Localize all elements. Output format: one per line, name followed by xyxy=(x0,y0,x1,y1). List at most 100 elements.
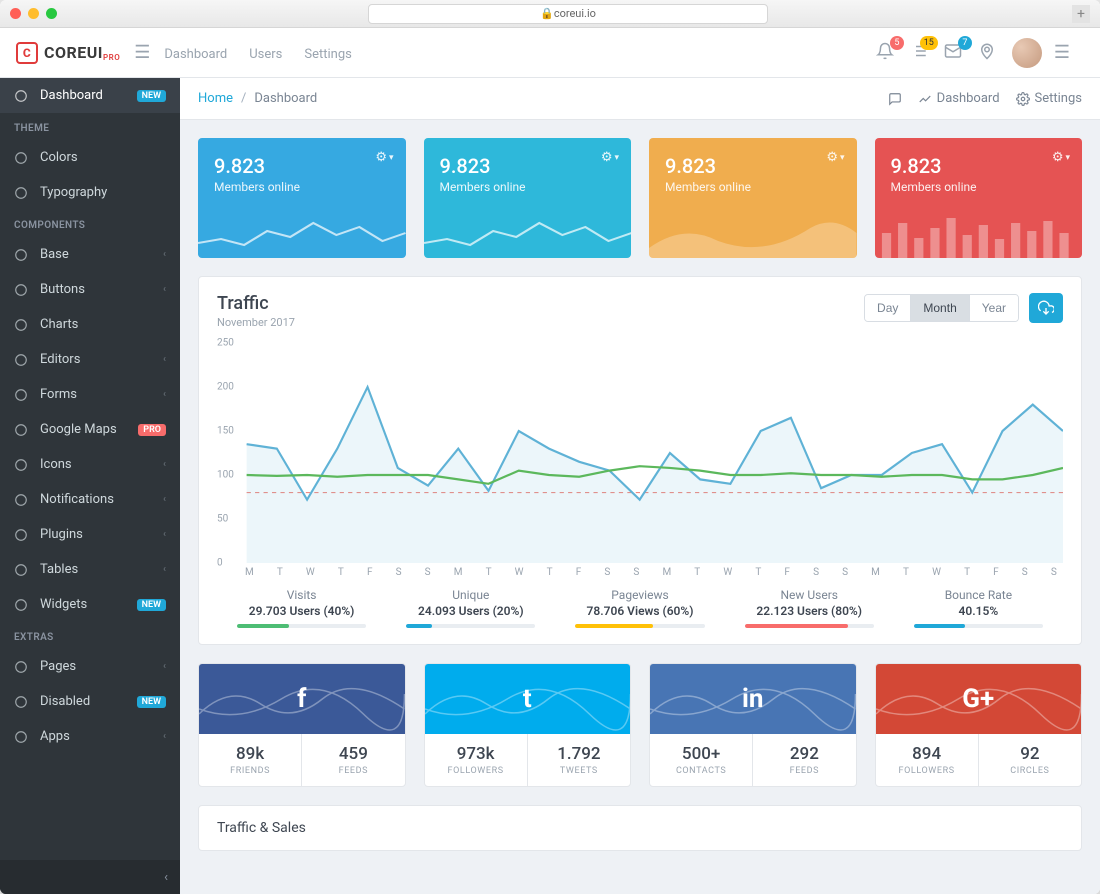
chevron-left-icon: ‹ xyxy=(163,494,166,505)
logo[interactable]: C COREUI PRO xyxy=(16,42,120,64)
sidebar-collapse-button[interactable]: ‹ xyxy=(0,860,180,894)
breadcrumb-home[interactable]: Home xyxy=(198,91,233,106)
sidebar-item-dashboard[interactable]: DashboardNEW xyxy=(0,78,180,113)
sidebar-item-label: Forms xyxy=(40,387,77,402)
topbar: C COREUI PRO ☰ DashboardUsersSettings 5 … xyxy=(0,28,1100,78)
chevron-left-icon: ‹ xyxy=(163,564,166,575)
topnav-settings[interactable]: Settings xyxy=(304,47,351,62)
sidebar-item-label: Dashboard xyxy=(40,88,103,103)
sidebar-item-label: Colors xyxy=(40,150,78,165)
period-year[interactable]: Year xyxy=(970,295,1018,321)
topnav-dashboard[interactable]: Dashboard xyxy=(164,47,227,62)
sidebar-item-base[interactable]: Base‹ xyxy=(0,237,180,272)
sidebar-item-label: Google Maps xyxy=(40,422,117,437)
traffic-title: Traffic xyxy=(217,293,295,314)
location-button[interactable] xyxy=(978,42,996,64)
sidebar-item-icons[interactable]: Icons‹ xyxy=(0,447,180,482)
minimize-window-button[interactable] xyxy=(28,8,39,19)
social-card-gp: G+894FOLLOWERS92CIRCLES xyxy=(875,663,1083,787)
mini-chart xyxy=(424,203,632,258)
brand-icon: t xyxy=(523,684,532,714)
stat-label: Members online xyxy=(214,180,390,194)
sidebar-heading: EXTRAS xyxy=(0,622,180,649)
social-card-header[interactable]: t xyxy=(425,664,631,734)
traffic-sales-title: Traffic & Sales xyxy=(199,806,1081,850)
breadcrumb-bar: Home / Dashboard Dashboard Settings xyxy=(180,78,1100,120)
social-card-header[interactable]: in xyxy=(650,664,856,734)
traffic-sales-panel: Traffic & Sales xyxy=(198,805,1082,851)
download-button[interactable] xyxy=(1029,293,1063,323)
chart-icon xyxy=(918,92,932,106)
social-card-li: in500+CONTACTS292FEEDS xyxy=(649,663,857,787)
speech-button[interactable] xyxy=(888,92,902,106)
main-area: Home / Dashboard Dashboard Settings 9.82… xyxy=(180,78,1100,894)
menu-icon xyxy=(14,730,30,744)
card-options-button[interactable]: ⚙ ▾ xyxy=(375,150,393,165)
gear-icon xyxy=(1016,92,1030,106)
sidebar-tag: NEW xyxy=(137,696,166,708)
period-day[interactable]: Day xyxy=(865,295,911,321)
period-month[interactable]: Month xyxy=(911,295,969,321)
sidebar-item-widgets[interactable]: WidgetsNEW xyxy=(0,587,180,622)
card-options-button[interactable]: ⚙ ▾ xyxy=(1052,150,1070,165)
sidebar-item-apps[interactable]: Apps‹ xyxy=(0,719,180,754)
sidebar-item-charts[interactable]: Charts xyxy=(0,307,180,342)
metric-bounce-rate: Bounce Rate40.15% xyxy=(894,588,1063,628)
social-card-header[interactable]: f xyxy=(199,664,405,734)
card-options-button[interactable]: ⚙ ▾ xyxy=(826,150,844,165)
tasks-button[interactable]: 15 xyxy=(910,42,928,64)
menu-icon xyxy=(14,528,30,542)
new-tab-button[interactable]: + xyxy=(1072,5,1090,23)
logo-sub: PRO xyxy=(103,53,120,62)
sidebar-item-plugins[interactable]: Plugins‹ xyxy=(0,517,180,552)
menu-icon xyxy=(14,353,30,367)
sidebar-item-forms[interactable]: Forms‹ xyxy=(0,377,180,412)
notifications-button[interactable]: 5 xyxy=(876,42,894,64)
stat-card-3: 9.823Members online⚙ ▾ xyxy=(875,138,1083,258)
sidebar-item-label: Charts xyxy=(40,317,78,332)
sidebar-item-notifications[interactable]: Notifications ‹ xyxy=(0,482,180,517)
browser-titlebar: 🔒 coreui.io + xyxy=(0,0,1100,28)
close-window-button[interactable] xyxy=(10,8,21,19)
chevron-left-icon: ‹ xyxy=(163,529,166,540)
sidebar-item-colors[interactable]: Colors xyxy=(0,140,180,175)
settings-link[interactable]: Settings xyxy=(1016,91,1082,106)
sidebar-item-google-maps[interactable]: Google MapsPRO xyxy=(0,412,180,447)
menu-toggle-button[interactable]: ☰ xyxy=(134,42,150,63)
period-toggle: DayMonthYear xyxy=(864,294,1019,322)
stat-card-0: 9.823Members online⚙ ▾ xyxy=(198,138,406,258)
sidebar-item-disabled[interactable]: DisabledNEW xyxy=(0,684,180,719)
brand-icon: G+ xyxy=(962,684,994,714)
user-avatar[interactable] xyxy=(1012,38,1042,68)
stat-value: 9.823 xyxy=(891,154,1067,178)
social-card-header[interactable]: G+ xyxy=(876,664,1082,734)
social-card-fb: f89kFRIENDS459FEEDS xyxy=(198,663,406,787)
maximize-window-button[interactable] xyxy=(46,8,57,19)
bell-badge: 5 xyxy=(890,36,904,50)
menu-icon xyxy=(14,248,30,262)
topnav-users[interactable]: Users xyxy=(249,47,282,62)
sidebar-item-label: Notifications xyxy=(40,492,114,507)
messages-button[interactable]: 7 xyxy=(944,42,962,64)
cloud-download-icon xyxy=(1038,300,1054,316)
aside-toggle-button[interactable]: ☰ xyxy=(1054,42,1070,63)
sidebar-item-tables[interactable]: Tables‹ xyxy=(0,552,180,587)
sidebar-item-pages[interactable]: Pages‹ xyxy=(0,649,180,684)
menu-icon xyxy=(14,318,30,332)
logo-mark-icon: C xyxy=(16,42,38,64)
sidebar-item-buttons[interactable]: Buttons‹ xyxy=(0,272,180,307)
menu-icon xyxy=(14,660,30,674)
sidebar-item-typography[interactable]: Typography xyxy=(0,175,180,210)
sidebar-item-editors[interactable]: Editors‹ xyxy=(0,342,180,377)
stat-card-2: 9.823Members online⚙ ▾ xyxy=(649,138,857,258)
sidebar-item-label: Apps xyxy=(40,729,70,744)
metrics-row: Visits29.703 Users (40%)Unique24.093 Use… xyxy=(217,588,1063,628)
logo-text: COREUI xyxy=(44,43,103,62)
chevron-left-icon: ‹ xyxy=(163,249,166,260)
dashboard-link[interactable]: Dashboard xyxy=(918,91,1000,106)
menu-icon xyxy=(14,89,30,103)
traffic-subtitle: November 2017 xyxy=(217,316,295,329)
sidebar-item-label: Icons xyxy=(40,457,72,472)
card-options-button[interactable]: ⚙ ▾ xyxy=(601,150,619,165)
address-bar[interactable]: 🔒 coreui.io xyxy=(368,4,768,24)
